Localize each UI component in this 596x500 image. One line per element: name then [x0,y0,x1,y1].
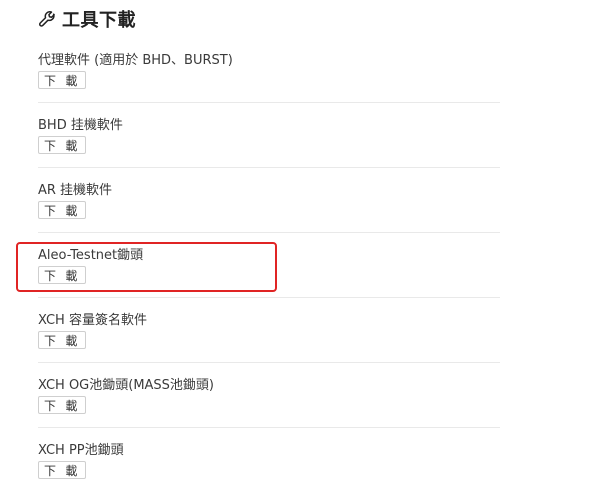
list-item: BHD 挂機軟件 下 載 [38,103,500,168]
list-item: XCH PP池鋤頭 下 載 [38,428,500,493]
download-button[interactable]: 下 載 [38,201,87,219]
tool-name: BHD 挂機軟件 [38,118,123,133]
download-button[interactable]: 下 載 [38,331,87,349]
tool-name: XCH OG池鋤頭(MASS池鋤頭) [38,378,215,393]
wrench-icon [38,11,55,27]
list-item: AR 挂機軟件 下 載 [38,168,500,233]
highlight-box [16,242,277,292]
tool-name: XCH 容量簽名軟件 [38,313,147,328]
download-button[interactable]: 下 載 [38,71,87,89]
tool-name: AR 挂機軟件 [38,183,113,198]
list-item: 代理軟件 (適用於 BHD、BURST) 下 載 [38,38,500,103]
download-button[interactable]: 下 載 [38,396,87,414]
list-item: XCH OG池鋤頭(MASS池鋤頭) 下 載 [38,363,500,428]
list-item: XCH 容量簽名軟件 下 載 [38,298,500,363]
download-button[interactable]: 下 載 [38,461,87,479]
tool-name: XCH PP池鋤頭 [38,443,124,458]
page-header: 工具下載 [38,7,136,31]
tool-name: 代理軟件 (適用於 BHD、BURST) [38,53,233,68]
page-title: 工具下載 [62,10,136,31]
download-button[interactable]: 下 載 [38,136,87,154]
